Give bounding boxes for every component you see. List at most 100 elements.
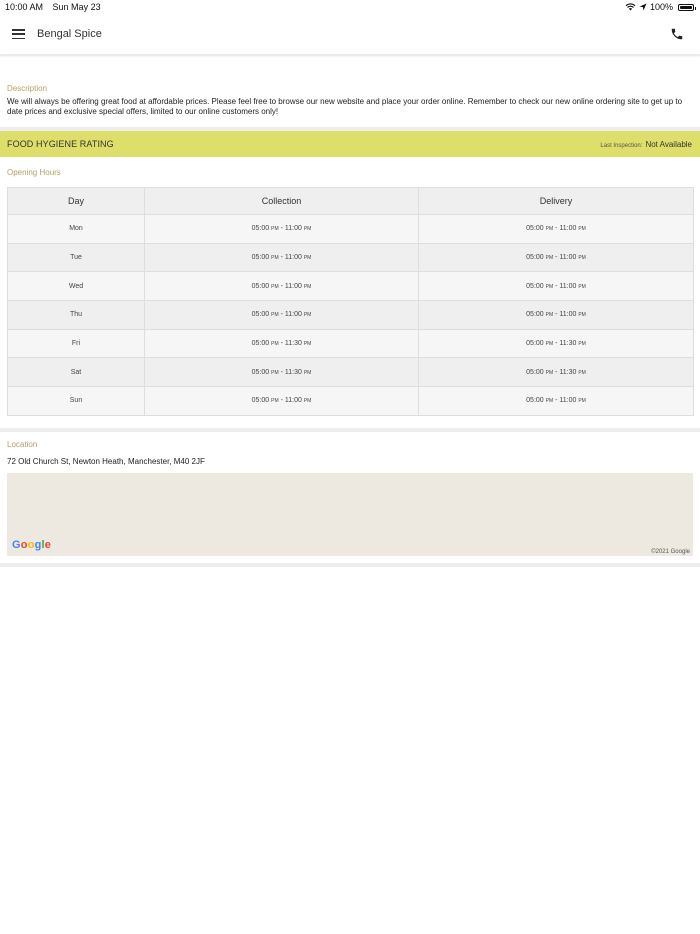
pm-label: PM xyxy=(578,398,586,405)
start-time: 05:00 xyxy=(526,368,544,376)
time-separator: - xyxy=(555,282,558,290)
pm-label: PM xyxy=(271,255,279,262)
pm-label: PM xyxy=(271,369,279,376)
last-inspection-label: Last Inspection: xyxy=(600,142,643,149)
pm-label: PM xyxy=(303,255,312,262)
section-divider xyxy=(0,563,700,567)
pm-label: PM xyxy=(303,369,312,376)
end-time: 11:00 xyxy=(284,225,302,233)
page-title: Bengal Spice xyxy=(37,28,102,40)
location-arrow-icon xyxy=(639,3,647,11)
column-header-collection: Collection xyxy=(144,187,419,215)
table-header-row: Day Collection Delivery xyxy=(7,187,694,215)
delivery-hours-cell: 05:00 PM - 11:00 PM xyxy=(418,214,694,244)
end-time: 11:00 xyxy=(559,311,577,319)
start-time: 05:00 xyxy=(526,225,544,233)
opening-hours-label: Opening Hours xyxy=(7,168,61,177)
pm-label: PM xyxy=(271,341,279,348)
table-row: Thu 05:00 PM - 11:00 PM 05:00 PM - 11:00 P… xyxy=(7,300,694,330)
time-separator: - xyxy=(280,368,283,376)
pm-label: PM xyxy=(578,255,586,262)
pm-label: PM xyxy=(545,398,554,405)
app-header: Bengal Spice xyxy=(0,14,700,55)
pm-label: PM xyxy=(271,312,279,319)
end-time: 11:00 xyxy=(284,254,302,262)
delivery-hours-cell: 05:00 PM - 11:00 PM xyxy=(418,271,694,302)
start-time: 05:00 xyxy=(251,340,270,348)
start-time: 05:00 xyxy=(526,397,544,405)
wifi-icon xyxy=(625,3,636,11)
pm-label: PM xyxy=(578,341,586,348)
collection-hours-cell: 05:00 PM - 11:00 PM xyxy=(144,214,419,244)
day-cell: Tue xyxy=(7,242,145,273)
start-time: 05:00 xyxy=(526,340,544,348)
description-section: Description We will always be offering g… xyxy=(7,84,693,117)
description-label: Description xyxy=(7,84,48,93)
start-time: 05:00 xyxy=(251,225,270,233)
day-cell: Wed xyxy=(7,271,145,302)
end-time: 11:30 xyxy=(284,368,302,376)
battery-percentage: 100% xyxy=(649,2,673,12)
pm-label: PM xyxy=(578,283,586,290)
column-header-delivery: Delivery xyxy=(418,187,694,215)
table-row: Tue 05:00 PM - 11:00 PM 05:00 PM - 11:00 P… xyxy=(7,242,694,273)
pm-label: PM xyxy=(545,341,554,348)
start-time: 05:00 xyxy=(526,311,544,319)
end-time: 11:00 xyxy=(559,254,577,262)
status-time: 10:00 AM xyxy=(5,2,44,12)
day-cell: Thu xyxy=(7,300,145,330)
time-separator: - xyxy=(280,225,283,233)
end-time: 11:30 xyxy=(559,368,577,376)
table-row: Mon 05:00 PM - 11:00 PM 05:00 PM - 11:00 P… xyxy=(7,214,694,244)
pm-label: PM xyxy=(545,255,554,262)
map-copyright: ©2021 Google xyxy=(651,549,690,555)
day-cell: Sun xyxy=(7,386,145,416)
table-row: Fri 05:00 PM - 11:30 PM 05:00 PM - 11:30 P… xyxy=(7,328,694,359)
delivery-hours-cell: 05:00 PM - 11:30 PM xyxy=(418,328,694,359)
end-time: 11:00 xyxy=(284,311,302,319)
delivery-hours-cell: 05:00 PM - 11:00 PM xyxy=(418,386,694,416)
time-separator: - xyxy=(280,397,283,405)
collection-hours-cell: 05:00 PM - 11:30 PM xyxy=(144,357,419,388)
pm-label: PM xyxy=(578,312,586,319)
time-separator: - xyxy=(555,254,558,262)
column-header-day: Day xyxy=(7,187,145,215)
pm-label: PM xyxy=(578,226,586,233)
section-divider xyxy=(0,428,700,432)
last-inspection: Last Inspection: Not Available xyxy=(600,140,692,149)
time-separator: - xyxy=(280,254,283,262)
last-inspection-value: Not Available xyxy=(645,139,692,149)
hamburger-menu-icon[interactable] xyxy=(12,29,25,40)
pm-label: PM xyxy=(545,283,554,290)
end-time: 11:00 xyxy=(559,225,577,233)
pm-label: PM xyxy=(303,398,312,405)
location-label: Location xyxy=(7,440,38,449)
pm-label: PM xyxy=(271,226,279,233)
collection-hours-cell: 05:00 PM - 11:00 PM xyxy=(144,242,419,273)
collection-hours-cell: 05:00 PM - 11:30 PM xyxy=(144,328,419,359)
start-time: 05:00 xyxy=(251,397,270,405)
pm-label: PM xyxy=(303,283,312,290)
pm-label: PM xyxy=(303,226,312,233)
table-row: Sun 05:00 PM - 11:00 PM 05:00 PM - 11:00 P… xyxy=(7,386,694,416)
phone-icon[interactable] xyxy=(670,27,684,41)
table-row: Sat 05:00 PM - 11:30 PM 05:00 PM - 11:30 P… xyxy=(7,357,694,388)
table-row: Wed 05:00 PM - 11:00 PM 05:00 PM - 11:00 P… xyxy=(7,271,694,302)
pm-label: PM xyxy=(545,226,554,233)
pm-label: PM xyxy=(271,398,279,405)
collection-hours-cell: 05:00 PM - 11:00 PM xyxy=(144,271,419,302)
start-time: 05:00 xyxy=(526,254,544,262)
location-map[interactable]: Google ©2021 Google xyxy=(7,473,693,556)
time-separator: - xyxy=(280,282,283,290)
start-time: 05:00 xyxy=(251,311,270,319)
time-separator: - xyxy=(280,311,283,319)
opening-hours-table: Day Collection Delivery Mon 05:00 PM - 11… xyxy=(7,187,694,416)
time-separator: - xyxy=(280,340,283,348)
collection-hours-cell: 05:00 PM - 11:00 PM xyxy=(144,386,419,416)
pm-label: PM xyxy=(545,312,554,319)
time-separator: - xyxy=(555,340,558,348)
status-bar: 10:00 AM Sun May 23 100% xyxy=(0,0,700,14)
day-cell: Fri xyxy=(7,328,145,359)
start-time: 05:00 xyxy=(526,282,544,290)
day-cell: Sat xyxy=(7,357,145,388)
